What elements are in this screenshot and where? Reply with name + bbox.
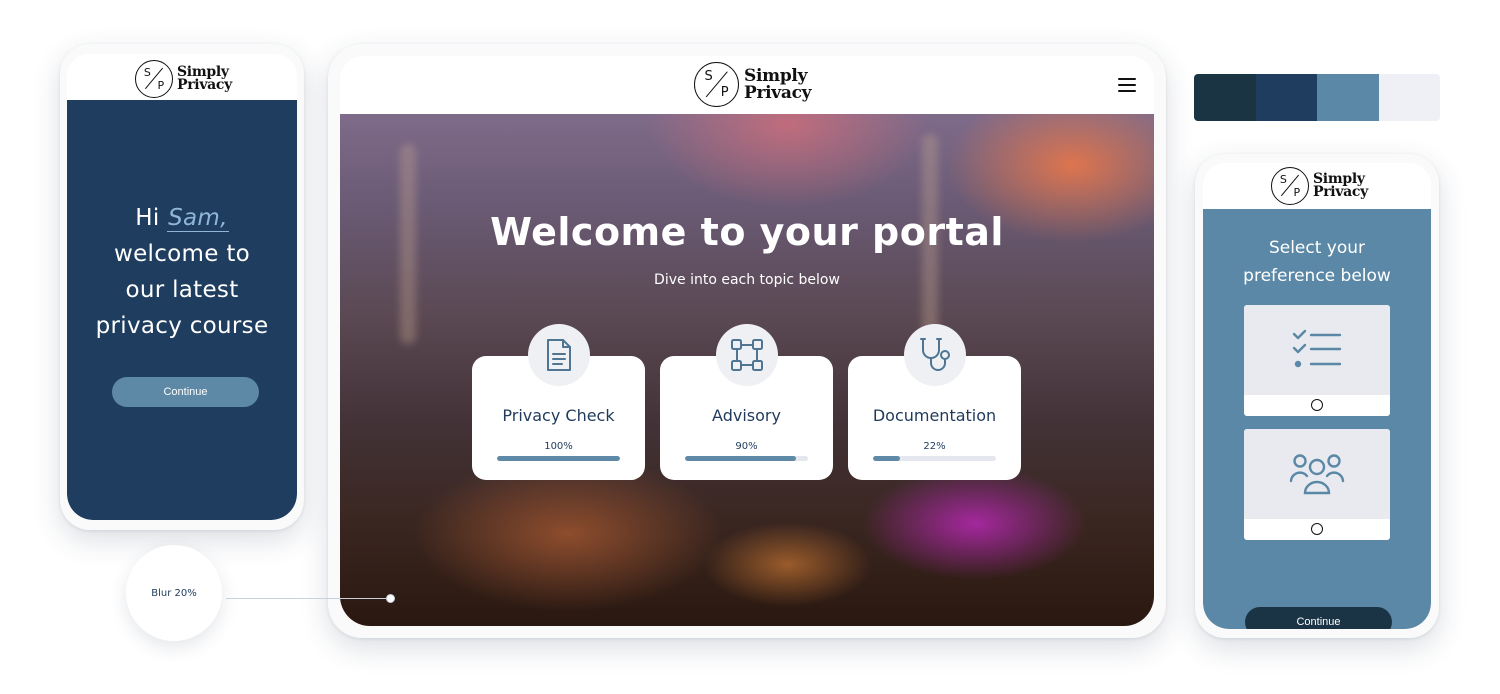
- welcome-panel: Hi Sam, welcome to our latest privacy co…: [67, 100, 297, 520]
- mobile-device-right: S P Simply Privacy Select your preferenc…: [1195, 154, 1439, 638]
- preference-title-line-1: Select your: [1268, 238, 1366, 258]
- app-header: S P Simply Privacy: [1203, 163, 1431, 209]
- logo-line-2: Privacy: [744, 82, 812, 103]
- progress-label: 90%: [735, 441, 758, 452]
- blur-connector-line: [226, 598, 390, 599]
- greeting-line-3: our latest: [125, 277, 239, 303]
- logo-letter-p: P: [720, 84, 729, 100]
- logo-mark: S P: [694, 62, 739, 107]
- card-title: Documentation: [872, 406, 997, 425]
- greeting-hi: Hi: [135, 205, 160, 231]
- greeting-line-4: privacy course: [95, 313, 269, 339]
- progress-fill: [873, 456, 901, 461]
- logo-mark: S P: [1271, 167, 1309, 205]
- mobile-screen-right: S P Simply Privacy Select your preferenc…: [1203, 163, 1431, 629]
- hamburger-bar: [1118, 84, 1136, 86]
- hamburger-icon[interactable]: [1118, 78, 1136, 92]
- greeting-line-2: welcome to: [113, 241, 251, 267]
- brand-logo[interactable]: S P Simply Privacy: [1271, 167, 1368, 205]
- progress-track: [497, 456, 620, 461]
- topic-card-privacy-check[interactable]: Privacy Check 100%: [472, 324, 645, 480]
- hero-title: Welcome to your portal: [490, 210, 1004, 254]
- logo-letter-s: S: [1279, 173, 1287, 187]
- progress-track: [685, 456, 808, 461]
- mobile-device-left: S P Simply Privacy Hi Sam, welcome to ou…: [60, 44, 304, 530]
- card-title: Privacy Check: [502, 406, 615, 425]
- color-swatch-1: [1194, 74, 1256, 121]
- option-radio[interactable]: [1311, 523, 1323, 535]
- mobile-screen-left: S P Simply Privacy Hi Sam, welcome to ou…: [67, 54, 297, 520]
- logo-letter-s: S: [143, 66, 151, 80]
- vector-square-icon: [715, 324, 778, 386]
- hamburger-bar: [1118, 90, 1136, 92]
- brand-logo[interactable]: S P Simply Privacy: [694, 62, 812, 107]
- hamburger-bar: [1118, 78, 1136, 80]
- topic-card-advisory[interactable]: Advisory 90%: [660, 324, 833, 480]
- logo-wordmark: Simply Privacy: [177, 65, 232, 93]
- preference-option-checklist[interactable]: [1244, 305, 1390, 416]
- progress-label: 22%: [923, 441, 946, 452]
- progress-track: [873, 456, 996, 461]
- progress-fill: [497, 456, 620, 461]
- logo-letter-s: S: [704, 69, 713, 85]
- logo-line-2: Privacy: [177, 77, 232, 93]
- logo-letter-p: P: [1293, 185, 1301, 199]
- document-icon: [527, 324, 590, 386]
- color-swatch-3: [1317, 74, 1379, 121]
- option-radio[interactable]: [1311, 399, 1323, 411]
- user-name: Sam,: [167, 205, 229, 232]
- hero-background: Welcome to your portal Dive into each to…: [340, 114, 1154, 626]
- stethoscope-icon: [903, 324, 966, 386]
- color-palette: [1194, 74, 1440, 121]
- logo-wordmark: Simply Privacy: [744, 68, 812, 103]
- group-icon: [1244, 429, 1390, 519]
- app-header: S P Simply Privacy: [67, 54, 297, 100]
- topic-card-documentation[interactable]: Documentation 22%: [848, 324, 1021, 480]
- hero-subtitle: Dive into each topic below: [654, 272, 840, 288]
- app-header: S P Simply Privacy: [340, 56, 1154, 114]
- preference-option-group[interactable]: [1244, 429, 1390, 540]
- card-title: Advisory: [712, 406, 781, 425]
- logo-mark: S P: [135, 60, 173, 98]
- tablet-device: S P Simply Privacy Welcome to your porta…: [328, 44, 1166, 638]
- preference-title: Select your preference below: [1203, 234, 1431, 290]
- blur-label: Blur 20%: [151, 587, 197, 599]
- progress-label: 100%: [544, 441, 573, 452]
- preference-panel: Select your preference below Continue: [1203, 209, 1431, 629]
- color-swatch-2: [1255, 74, 1317, 121]
- progress-fill: [685, 456, 796, 461]
- welcome-message: Hi Sam, welcome to our latest privacy co…: [67, 200, 297, 344]
- preference-title-line-2: preference below: [1243, 266, 1391, 286]
- color-swatch-4: [1378, 74, 1440, 121]
- logo-line-2: Privacy: [1313, 184, 1368, 200]
- tablet-screen: S P Simply Privacy Welcome to your porta…: [340, 56, 1154, 626]
- brand-logo[interactable]: S P Simply Privacy: [135, 60, 232, 98]
- continue-button[interactable]: Continue: [1245, 607, 1392, 629]
- logo-wordmark: Simply Privacy: [1313, 172, 1368, 200]
- blur-connector-dot: [386, 594, 395, 603]
- blur-control[interactable]: Blur 20%: [126, 545, 222, 641]
- logo-letter-p: P: [157, 78, 165, 92]
- continue-button[interactable]: Continue: [112, 377, 259, 407]
- checklist-icon: [1244, 305, 1390, 395]
